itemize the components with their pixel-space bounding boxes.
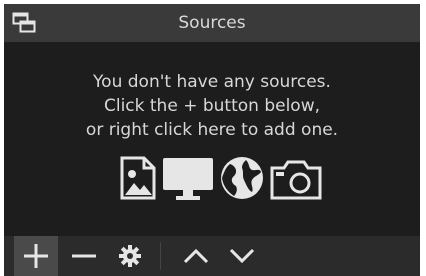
image-icon bbox=[120, 156, 156, 200]
add-source-button[interactable] bbox=[14, 236, 58, 276]
toolbar-separator bbox=[160, 242, 161, 270]
camera-icon bbox=[270, 160, 322, 200]
empty-state-message: You don't have any sources. Click the + … bbox=[4, 70, 420, 142]
globe-icon bbox=[221, 157, 263, 199]
sources-panel: Sources You don't have any sources. Clic… bbox=[4, 4, 420, 276]
add-icon bbox=[24, 244, 48, 268]
source-properties-button[interactable] bbox=[110, 236, 150, 276]
empty-state-line-3: or right click here to add one. bbox=[85, 120, 339, 140]
empty-state-line-1: You don't have any sources. bbox=[93, 72, 331, 92]
move-source-up-button[interactable] bbox=[176, 236, 216, 276]
sources-toolbar bbox=[4, 236, 420, 276]
move-source-down-button[interactable] bbox=[222, 236, 262, 276]
move-down-icon bbox=[229, 248, 255, 264]
panel-title: Sources bbox=[178, 13, 246, 33]
gear-icon bbox=[119, 245, 141, 267]
display-icon bbox=[163, 158, 213, 200]
remove-source-button[interactable] bbox=[64, 236, 104, 276]
panel-titlebar: Sources bbox=[4, 4, 420, 42]
remove-icon bbox=[72, 254, 96, 258]
sources-list-area[interactable]: You don't have any sources. Click the + … bbox=[4, 42, 420, 236]
empty-state-line-2: Click the + button below, bbox=[103, 96, 321, 116]
move-up-icon bbox=[183, 248, 209, 264]
